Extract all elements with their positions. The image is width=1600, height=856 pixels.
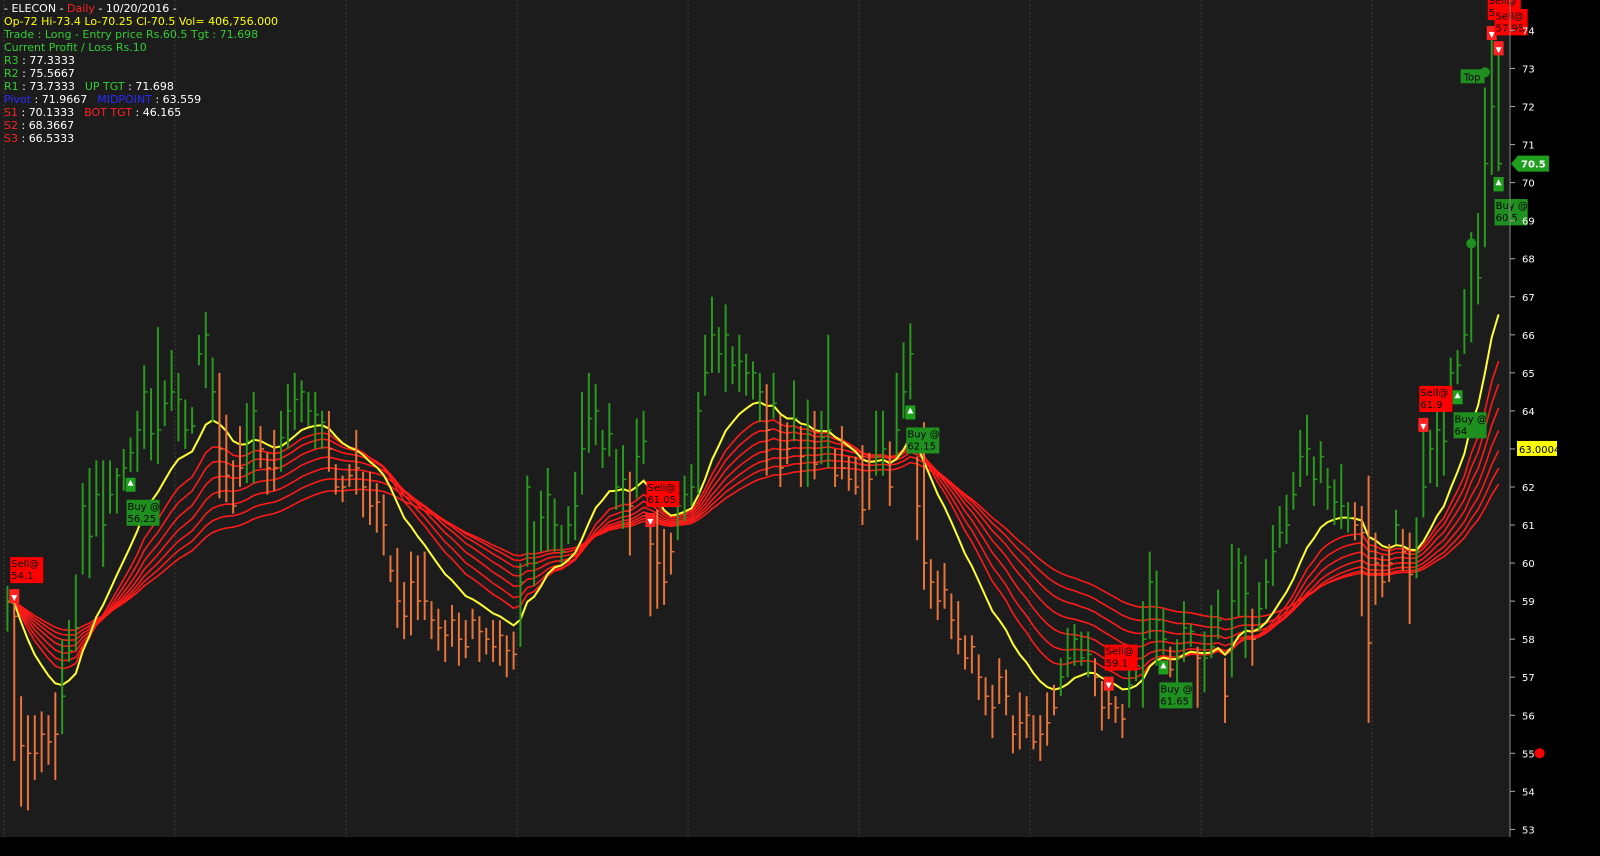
buy-signal-price: 56.25 [128,514,157,525]
last-close-marker: 70.5 [1511,155,1549,172]
y-tick-label: 74 [1522,26,1535,37]
r2-row: R2 : 75.5667 [4,67,75,80]
y-tick-label: 67 [1522,293,1535,304]
title-line: - ELECON - Daily - 10/20/2016 - [4,2,177,16]
title-suffix: - [169,2,177,15]
sell-signal-text: Sell@ [1420,388,1448,399]
y-tick-label: 65 [1522,369,1535,380]
last-close-label: 70.5 [1521,160,1546,171]
buy-signal-text: Buy @ [1160,684,1192,695]
y-tick-label: 59 [1522,597,1535,608]
signal-dot-icon [1466,238,1477,249]
s2-label: S2 [4,119,18,132]
y-tick-label: 68 [1522,255,1535,266]
symbol-name: ELECON [11,2,57,15]
date-label: 10/20/2016 [105,2,170,15]
sell-signal-text: Sell@ [11,559,39,570]
r1-label: R1 [4,80,19,93]
s2-value: 68.3667 [28,119,75,132]
s1-row: S1 : 70.1333 BOT TGT : 46.165 [4,106,182,119]
s2-row: S2 : 68.3667 [4,119,75,132]
title-separator-2: - [94,2,106,15]
pivot-label: Pivot [4,93,32,106]
top-label: Top [1463,72,1481,83]
y-tick-label: 73 [1522,64,1535,75]
y-tick-label: 72 [1522,103,1535,114]
y-tick-label: 60 [1522,559,1535,570]
ema-value-marker: 63.0004 [1517,440,1560,456]
s3-row: S3 : 66.5333 [4,132,75,145]
y-tick-label: 57 [1522,673,1535,684]
y-tick-label: 54 [1522,787,1535,798]
s1-value: 70.1333 [28,106,75,119]
profit-loss: Current Profit / Loss Rs.10 [4,41,147,54]
r3-row: R3 : 77.3333 [4,54,75,67]
bottom-dot-icon [1534,748,1545,759]
bot-tgt-value: 46.165 [142,106,182,119]
sell-signal-price: 61.05 [647,495,676,506]
top-dot-icon [1479,67,1490,78]
sell-signal-text: Sell@ [1489,0,1517,7]
y-tick-label: 61 [1522,521,1535,532]
r2-value: 75.5667 [29,67,75,80]
r2-label: R2 [4,67,19,80]
y-tick-label: 70 [1522,179,1535,190]
bot-tgt-label: BOT TGT [84,106,132,119]
buy-signal-price: 64 [1455,426,1468,437]
up-tgt-label: UP TGT [84,80,125,93]
y-tick-label: 53 [1522,825,1535,836]
r1-row: R1 : 73.7333 UP TGT : 71.698 [4,80,174,93]
y-tick-label: 69 [1522,217,1535,228]
title-separator: - [56,2,68,15]
r3-value: 77.3333 [29,54,75,67]
ohlc-summary: Op-72 Hi-73.4 Lo-70.25 Cl-70.5 Vol= 406,… [4,15,279,28]
sell-signal-text: Sell@ [647,483,675,494]
buy-signal-price: 61.65 [1160,696,1189,707]
sell-signal-price: 59.1 [1106,659,1128,670]
buy-signal-text: Buy @ [1496,201,1528,212]
buy-signal-price: 62.15 [907,441,936,452]
y-tick-label: 56 [1522,711,1535,722]
y-tick-label: 64 [1522,407,1535,418]
up-tgt-value: 71.698 [135,80,174,93]
s3-label: S3 [4,132,18,145]
midpoint-value: 63.559 [162,93,202,106]
trade-info: Trade : Long - Entry price Rs.60.5 Tgt :… [4,28,259,41]
sell-signal-price: 61.9 [1420,400,1442,411]
s3-value: 66.5333 [28,132,75,145]
y-tick-label: 58 [1522,635,1535,646]
sell-signal-price: 54.1 [11,571,33,582]
buy-signal-text: Buy @ [907,429,939,440]
midpoint-label: MIDPOINT [97,93,152,106]
y-tick-label: 55 [1522,749,1535,760]
r3-label: R3 [4,54,19,67]
buy-signal-text: Buy @ [1455,414,1487,425]
y-tick-label: 66 [1522,331,1535,342]
ema-value-label: 63.0004 [1519,445,1560,456]
sell-signal-text: Sell@ [1106,647,1134,658]
y-tick-label: 71 [1522,141,1535,152]
s1-label: S1 [4,106,18,119]
pivot-value: 71.9667 [41,93,88,106]
buy-signal-price: 60.5 [1496,213,1518,224]
buy-signal-text: Buy @ [128,502,160,513]
r1-value: 73.7333 [29,80,75,93]
y-tick-label: 62 [1522,483,1535,494]
price-chart: Sell@54.1Buy @56.25Sell@61.05Buy @62.15S… [0,0,1600,856]
pivot-row: Pivot : 71.9667 MIDPOINT : 63.559 [4,93,202,106]
interval-label: Daily [67,2,95,15]
